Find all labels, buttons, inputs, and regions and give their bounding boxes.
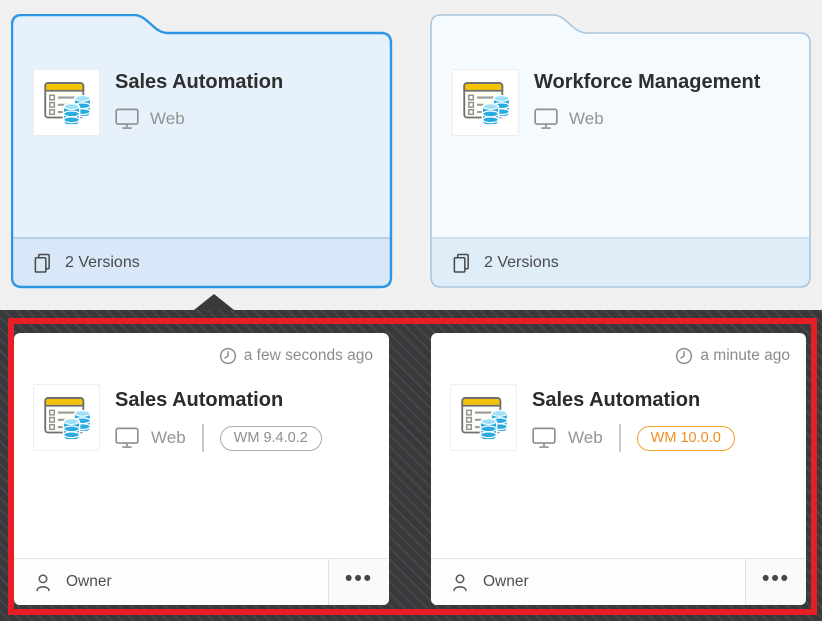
- platform-label: Web: [151, 428, 186, 448]
- owner-label: Owner: [483, 573, 529, 591]
- ellipsis-menu-button[interactable]: •••: [328, 559, 389, 605]
- monitor-icon: [532, 427, 556, 449]
- versions-icon: [33, 253, 52, 274]
- timestamp-label: a minute ago: [700, 347, 790, 365]
- version-title: Sales Automation: [532, 389, 735, 412]
- monitor-icon: [115, 427, 139, 449]
- monitor-icon: [534, 108, 558, 130]
- user-icon: [33, 572, 53, 593]
- folder-card-sales-automation[interactable]: Sales Automation Web 2 Versions: [11, 14, 393, 289]
- app-icon: [33, 69, 100, 136]
- versions-count-label: 2 Versions: [484, 254, 559, 272]
- highlight-frame: a few seconds ago Sales Automation Web W…: [8, 318, 817, 615]
- version-card-9-4-0-2[interactable]: a few seconds ago Sales Automation Web W…: [14, 333, 389, 605]
- clock-icon: [675, 347, 693, 365]
- folder-title: Workforce Management: [534, 71, 760, 94]
- divider: [202, 424, 204, 452]
- ellipsis-menu-button[interactable]: •••: [745, 559, 806, 605]
- timestamp-label: a few seconds ago: [244, 347, 373, 365]
- app-icon: [452, 69, 519, 136]
- version-badge: WM 10.0.0: [637, 426, 735, 451]
- platform-label: Web: [568, 428, 603, 448]
- versions-icon: [452, 253, 471, 274]
- monitor-icon: [115, 108, 139, 130]
- app-icon: [33, 384, 100, 451]
- folder-card-workforce-management[interactable]: Workforce Management Web 2 Versions: [430, 14, 812, 289]
- user-icon: [450, 572, 470, 593]
- pointer-arrow-icon: [194, 294, 234, 310]
- clock-icon: [219, 347, 237, 365]
- versions-count-label: 2 Versions: [65, 254, 140, 272]
- version-badge: WM 9.4.0.2: [220, 426, 322, 451]
- divider: [619, 424, 621, 452]
- platform-label: Web: [150, 109, 185, 129]
- owner-label: Owner: [66, 573, 112, 591]
- app-gallery-screen: Sales Automation Web 2 Versions Workforc…: [0, 0, 822, 621]
- version-card-10-0-0[interactable]: a minute ago Sales Automation Web WM 10.…: [431, 333, 806, 605]
- version-title: Sales Automation: [115, 389, 322, 412]
- platform-label: Web: [569, 109, 604, 129]
- folder-title: Sales Automation: [115, 71, 283, 94]
- versions-overlay: a few seconds ago Sales Automation Web W…: [0, 310, 822, 621]
- app-icon: [450, 384, 517, 451]
